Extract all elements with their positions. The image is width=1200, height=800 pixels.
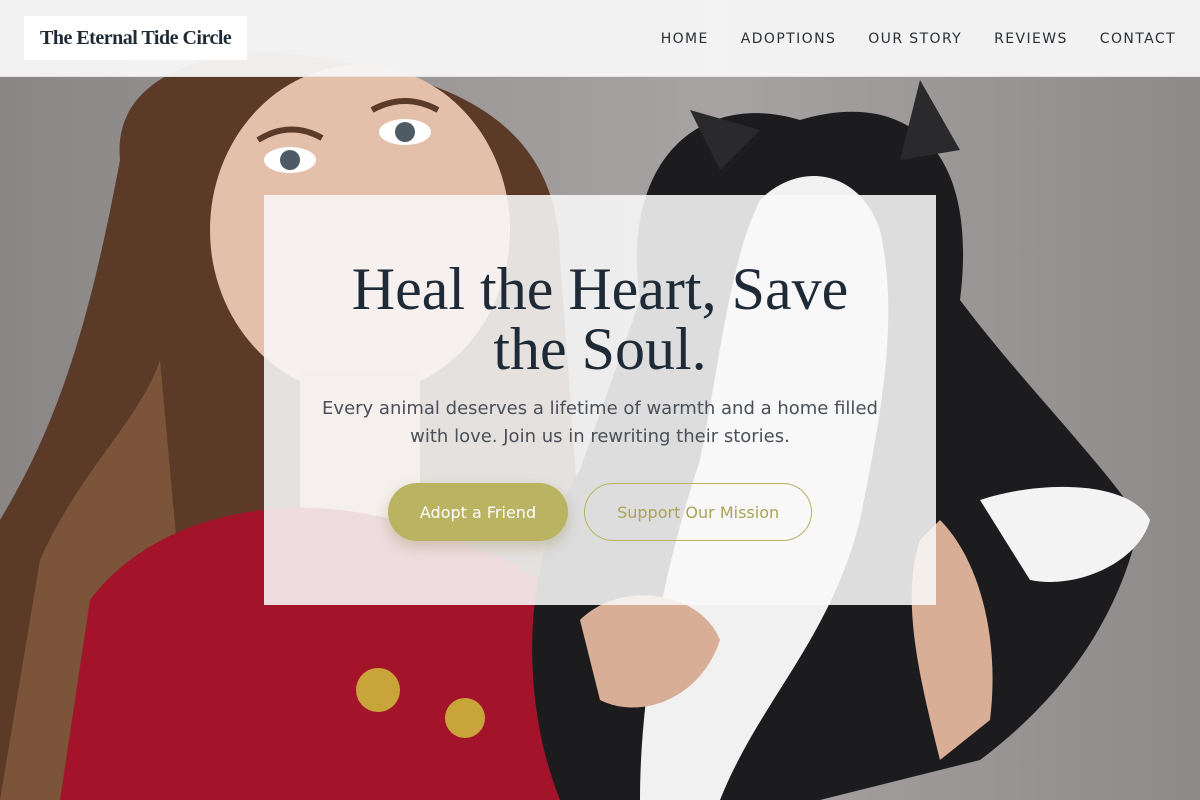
site-logo[interactable]: The Eternal Tide Circle [24, 16, 248, 60]
hero-card: Heal the Heart, Save the Soul. Every ani… [264, 195, 936, 605]
site-header: The Eternal Tide Circle HOME ADOPTIONS O… [0, 0, 1200, 77]
support-our-mission-button[interactable]: Support Our Mission [584, 483, 813, 541]
nav-adoptions[interactable]: ADOPTIONS [741, 31, 836, 47]
hero-subtitle: Every animal deserves a lifetime of warm… [322, 398, 878, 447]
hero-actions: Adopt a Friend Support Our Mission [387, 483, 813, 541]
hero-title: Heal the Heart, Save the Soul. [351, 256, 849, 382]
adopt-a-friend-button[interactable]: Adopt a Friend [387, 483, 569, 541]
nav-our-story[interactable]: OUR STORY [868, 31, 962, 47]
nav-contact[interactable]: CONTACT [1100, 31, 1176, 47]
nav-reviews[interactable]: REVIEWS [994, 31, 1068, 47]
main-nav: HOME ADOPTIONS OUR STORY REVIEWS CONTACT [661, 0, 1176, 77]
nav-home[interactable]: HOME [661, 31, 709, 47]
